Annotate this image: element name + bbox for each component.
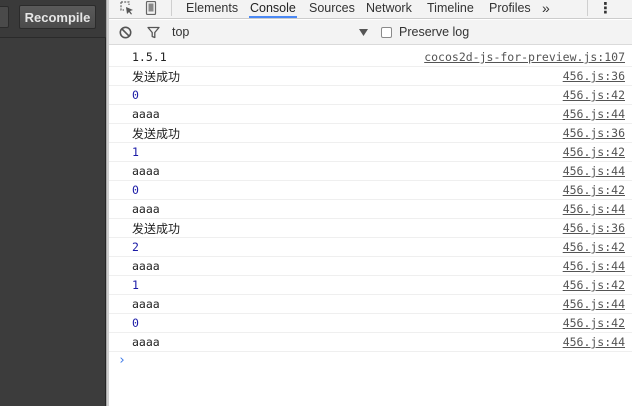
console-message-text: 0 (132, 316, 139, 330)
console-message-row: 0 456.js:42 (109, 86, 632, 105)
device-mode-icon[interactable] (144, 0, 158, 16)
console-message-text: 发送成功 (132, 127, 181, 141)
console-message-text: 1 (132, 145, 139, 159)
console-message-row: 1.5.1 cocos2d-js-for-preview.js:107 (109, 48, 632, 67)
source-link[interactable]: 456.js:42 (563, 183, 625, 197)
console-message-text: 发送成功 (132, 222, 181, 236)
tab-console-label: Console (250, 1, 296, 15)
console-message-row: 1 456.js:42 (109, 276, 632, 295)
console-message-row: aaaa 456.js:44 (109, 257, 632, 276)
tab-profiles[interactable]: Profiles (488, 0, 532, 18)
console-message-text: aaaa (132, 259, 160, 273)
source-link[interactable]: 456.js:42 (563, 240, 625, 254)
preserve-log-label: Preserve log (399, 25, 470, 39)
console-message-text: 0 (132, 183, 139, 197)
source-link[interactable]: 456.js:44 (563, 297, 625, 311)
console-message-row: 1 456.js:42 (109, 143, 632, 162)
source-link[interactable]: 456.js:44 (563, 107, 625, 121)
source-link[interactable]: 456.js:36 (563, 69, 625, 83)
source-link[interactable]: cocos2d-js-for-preview.js:107 (424, 50, 625, 64)
console-message-text: 1 (132, 278, 139, 292)
console-message-row: aaaa 456.js:44 (109, 162, 632, 181)
source-link[interactable]: 456.js:36 (563, 126, 625, 140)
console-toolbar: top Preserve log (109, 20, 632, 45)
inspect-element-icon[interactable] (119, 0, 135, 16)
console-message-text: aaaa (132, 335, 160, 349)
execution-context-select[interactable]: top (172, 25, 189, 39)
source-link[interactable]: 456.js:44 (563, 335, 625, 349)
console-message-row: 0 456.js:42 (109, 181, 632, 200)
console-message-text: 1.5.1 (132, 50, 167, 64)
console-message-row: 发送成功 456.js:36 (109, 124, 632, 143)
console-message-text: 发送成功 (132, 70, 181, 84)
source-link[interactable]: 456.js:36 (563, 221, 625, 235)
source-link[interactable]: 456.js:44 (563, 202, 625, 216)
console-message-row: 发送成功 456.js:36 (109, 219, 632, 238)
context-dropdown-arrow-icon[interactable] (358, 26, 368, 38)
tab-console[interactable]: Console (249, 0, 297, 18)
console-message-text: aaaa (132, 297, 160, 311)
toolbar-button-partial[interactable] (0, 6, 9, 28)
source-link[interactable]: 456.js:42 (563, 88, 625, 102)
console-message-row: aaaa 456.js:44 (109, 105, 632, 124)
more-tabs-icon[interactable]: » (541, 0, 551, 18)
console-message-text: aaaa (132, 202, 160, 216)
editor-panel: Recompile (0, 0, 106, 406)
source-link[interactable]: 456.js:44 (563, 164, 625, 178)
active-tab-indicator (249, 16, 297, 18)
tabbar-divider (171, 0, 172, 16)
console-messages: 1.5.1 cocos2d-js-for-preview.js:107 发送成功 45… (109, 48, 632, 352)
console-message-text: 0 (132, 88, 139, 102)
console-message-row: 0 456.js:42 (109, 314, 632, 333)
source-link[interactable]: 456.js:42 (563, 316, 625, 330)
console-message-row: 发送成功 456.js:36 (109, 67, 632, 86)
console-message-text: 2 (132, 240, 139, 254)
source-link[interactable]: 456.js:42 (563, 145, 625, 159)
devtools-tabbar: Elements Console Sources Network Timelin… (109, 0, 632, 19)
source-link[interactable]: 456.js:44 (563, 259, 625, 273)
tab-timeline[interactable]: Timeline (426, 0, 475, 18)
source-link[interactable]: 456.js:42 (563, 278, 625, 292)
tab-sources[interactable]: Sources (308, 0, 356, 18)
console-message-text: aaaa (132, 164, 160, 178)
recompile-button[interactable]: Recompile (19, 5, 96, 29)
tab-network[interactable]: Network (365, 0, 413, 18)
preserve-log-checkbox[interactable] (380, 26, 392, 38)
console-message-row: 2 456.js:42 (109, 238, 632, 257)
console-message-row: aaaa 456.js:44 (109, 200, 632, 219)
console-message-text: aaaa (132, 107, 160, 121)
console-message-row: aaaa 456.js:44 (109, 333, 632, 352)
devtools-panel: Elements Console Sources Network Timelin… (109, 0, 632, 406)
console-message-row: aaaa 456.js:44 (109, 295, 632, 314)
tab-elements[interactable]: Elements (185, 0, 239, 18)
console-prompt[interactable]: › (118, 353, 126, 368)
tabbar-divider-right (587, 0, 588, 16)
clear-console-icon[interactable] (118, 25, 132, 39)
customize-menu-icon[interactable]: ⋮ (597, 0, 614, 18)
filter-icon[interactable] (146, 25, 160, 39)
editor-toolbar: Recompile (0, 0, 106, 38)
